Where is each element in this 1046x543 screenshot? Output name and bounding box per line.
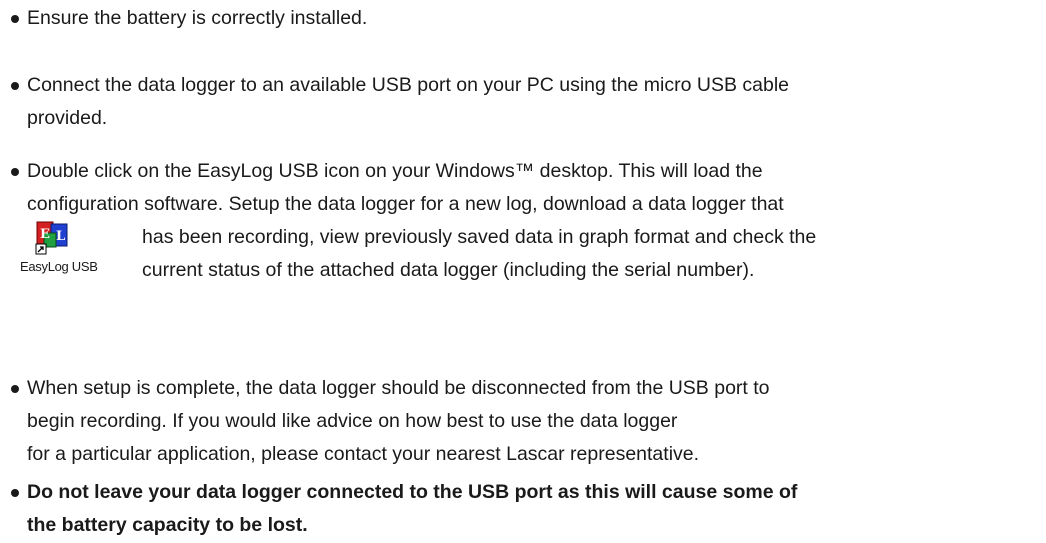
bullet-line: provided.: [27, 107, 108, 129]
easylog-usb-shortcut[interactable]: E L EasyLog USB: [20, 221, 130, 301]
bullet-line: for a particular application, please con…: [27, 443, 700, 465]
bullet-line: Connect the data logger to an available …: [27, 74, 790, 96]
bullet-text: Do not leave your data logger connected …: [27, 476, 1021, 542]
bullet-dot: [11, 82, 19, 90]
bullet-line: current status of the attached data logg…: [142, 259, 755, 281]
bullet-line: When setup is complete, the data logger …: [27, 377, 770, 399]
bullet-item-double-click: Double click on the EasyLog USB icon on …: [11, 155, 1021, 287]
bullet-text: Double click on the EasyLog USB icon on …: [27, 155, 1021, 287]
bullet-line: begin recording. If you would like advic…: [27, 410, 678, 432]
bullet-item-setup-complete: When setup is complete, the data logger …: [11, 372, 1021, 471]
bullet-line: Double click on the EasyLog USB icon on …: [27, 160, 763, 182]
bullet-line: the battery capacity to be lost.: [27, 514, 308, 536]
bullet-line: Do not leave your data logger connected …: [27, 481, 798, 503]
bullet-dot: [11, 168, 19, 176]
bullet-line: configuration software. Setup the data l…: [27, 193, 784, 215]
svg-text:L: L: [56, 229, 65, 244]
instructions-page: Ensure the battery is correctly installe…: [0, 0, 1046, 543]
easylog-usb-caption: EasyLog USB: [20, 259, 98, 274]
easylog-usb-icon: E L: [35, 221, 68, 255]
bullet-item-battery: Ensure the battery is correctly installe…: [11, 2, 1021, 35]
bullet-dot: [11, 385, 19, 393]
bullet-text: Connect the data logger to an available …: [27, 69, 1021, 135]
bullet-text: When setup is complete, the data logger …: [27, 372, 1021, 471]
svg-text:E: E: [40, 227, 50, 242]
bullet-item-connect: Connect the data logger to an available …: [11, 69, 1021, 135]
bullet-line: Ensure the battery is correctly installe…: [27, 7, 368, 29]
bullet-line: has been recording, view previously save…: [142, 226, 817, 248]
bullet-dot: [11, 489, 19, 497]
bullet-item-warning: Do not leave your data logger connected …: [11, 476, 1021, 542]
bullet-dot: [11, 15, 19, 23]
bullet-text: Ensure the battery is correctly installe…: [27, 2, 1021, 35]
